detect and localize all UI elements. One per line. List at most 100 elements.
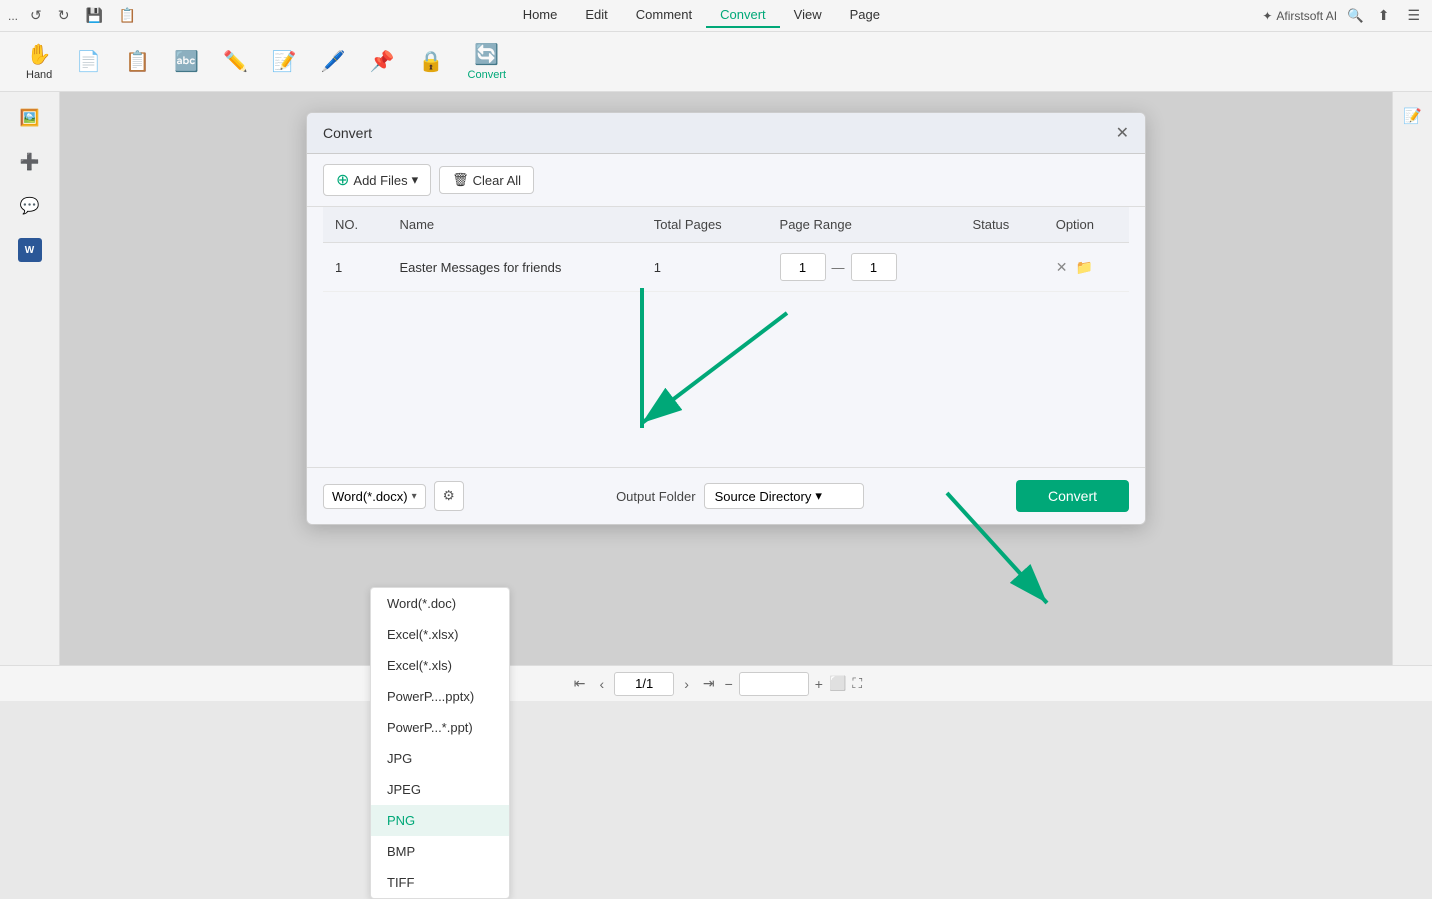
dialog-titlebar: Convert ✕ [307,113,1145,154]
cell-total-pages: 1 [642,243,768,292]
dropdown-item-jpeg[interactable]: JPEG [371,774,509,805]
tool2-icon: 📋 [125,49,150,74]
toolbar-tool-6[interactable]: 🖊️ [311,45,356,78]
format-dropdown-icon: ▾ [412,491,417,502]
plus-icon: ⊕ [336,170,349,190]
option-folder-button[interactable]: 📁 [1075,259,1092,276]
dropdown-item-tiff[interactable]: TIFF [371,867,509,898]
undo-btn[interactable]: ↺ [26,5,46,26]
nav-convert[interactable]: Convert [706,3,780,28]
status-bar: ⇤ ‹ › ⇥ − 42.49% + ⬜ ⛶ [0,665,1432,701]
format-section: Word(*.docx) ▾ ⚙ [323,481,464,511]
toolbar-tool-7[interactable]: 📌 [360,45,405,78]
clear-all-button[interactable]: 🗑 Clear All [439,166,534,194]
right-panel-text[interactable]: 📝 [1397,100,1429,132]
format-label: Word(*.docx) [332,489,408,504]
table-row: 1 Easter Messages for friends 1 — [323,243,1129,292]
table-header: NO. Name Total Pages Page Range Status O… [323,207,1129,243]
zoom-input[interactable]: 42.49% [739,672,809,696]
hand-label: Hand [26,69,52,81]
zoom-in-button[interactable]: + [815,676,823,692]
zoom-out-button[interactable]: − [725,676,733,692]
hand-icon: ✋ [27,42,52,67]
toolbar-hand[interactable]: ✋ Hand [16,38,62,85]
file-table: NO. Name Total Pages Page Range Status O… [323,207,1129,292]
range-to-input[interactable] [851,253,897,281]
col-no: NO. [323,207,387,243]
expand-button[interactable]: ⛶ [852,675,862,692]
convert-toolbar-label: Convert [468,69,507,81]
redo-btn[interactable]: ↻ [54,5,74,26]
toolbar-tool-8[interactable]: 🔒 [409,45,454,78]
dropdown-item-excel-xls[interactable]: Excel(*.xls) [371,650,509,681]
convert-dialog: Convert ✕ ⊕ Add Files ▾ 🗑 Clear All [306,112,1146,525]
dropdown-item-jpg[interactable]: JPG [371,743,509,774]
file-table-container: NO. Name Total Pages Page Range Status O… [307,207,1145,467]
tool6-icon: 🖊️ [321,49,346,74]
dropdown-item-bmp[interactable]: BMP [371,836,509,867]
page-navigation: ⇤ ‹ › ⇥ − 42.49% + ⬜ ⛶ [570,672,862,696]
nav-view[interactable]: View [780,3,836,28]
nav-comment[interactable]: Comment [622,3,706,28]
ai-label: ✦ Afirstsoft AI [1262,9,1337,23]
settings-button[interactable]: ⚙ [434,481,464,511]
clear-icon: 🗑 [452,172,469,188]
output-folder-label: Output Folder [616,489,696,504]
nav-page[interactable]: Page [836,3,894,28]
nav-edit[interactable]: Edit [571,3,621,28]
next-page-button[interactable]: › [680,674,693,694]
output-folder-select[interactable]: Source Directory ▾ [704,483,864,509]
tool1-icon: 📄 [76,49,101,74]
page-number-input[interactable] [614,672,674,696]
toolbar-tool-1[interactable]: 📄 [66,45,111,78]
add-files-button[interactable]: ⊕ Add Files ▾ [323,164,431,196]
last-page-button[interactable]: ⇥ [699,673,719,694]
dialog-title: Convert [323,125,372,141]
option-clear-button[interactable]: ✕ [1056,259,1068,276]
cell-no: 1 [323,243,387,292]
range-separator: — [832,260,845,275]
left-panel-word[interactable]: W [12,232,48,268]
menu-dots[interactable]: ... [8,9,18,23]
top-menu-bar: ... ↺ ↻ 💾 📋 Home Edit Comment Convert Vi… [0,0,1432,32]
convert-toolbar-icon: 🔄 [474,42,499,67]
dropdown-item-excel-xlsx[interactable]: Excel(*.xlsx) [371,619,509,650]
dropdown-item-ppt[interactable]: PowerP...*.ppt) [371,712,509,743]
col-status: Status [960,207,1043,243]
format-select-button[interactable]: Word(*.docx) ▾ [323,484,426,509]
dialog-bottom: Word(*.docx) ▾ ⚙ Output Folder Source Di… [307,467,1145,524]
dialog-close-button[interactable]: ✕ [1116,123,1129,143]
convert-button[interactable]: Convert [1016,480,1129,512]
right-panel: 📝 [1392,92,1432,665]
copy-btn[interactable]: 📋 [115,5,140,26]
dropdown-item-pptx[interactable]: PowerP....pptx) [371,681,509,712]
range-from-input[interactable] [780,253,826,281]
cell-status [960,243,1043,292]
nav-home[interactable]: Home [509,3,572,28]
topbar-right: ✦ Afirstsoft AI 🔍 ⬆ ☰ [1262,5,1424,26]
search-button[interactable]: 🔍 [1347,8,1364,24]
left-panel-image[interactable]: 🖼️ [12,100,48,136]
col-option: Option [1044,207,1129,243]
first-page-button[interactable]: ⇤ [570,673,590,694]
prev-page-button[interactable]: ‹ [596,674,609,694]
menu-btn[interactable]: ☰ [1403,5,1424,26]
toolbar-tool-4[interactable]: ✏️ [213,45,258,78]
output-section: Output Folder Source Directory ▾ [616,483,864,509]
left-panel-comment[interactable]: 💬 [12,188,48,224]
upload-btn[interactable]: ⬆ [1374,5,1394,26]
save-btn[interactable]: 💾 [81,5,106,26]
fit-page-button[interactable]: ⬜ [829,675,846,692]
dropdown-item-png[interactable]: PNG [371,805,509,836]
toolbar-tool-2[interactable]: 📋 [115,45,160,78]
tool4-icon: ✏️ [223,49,248,74]
toolbar-convert[interactable]: 🔄 Convert [458,38,517,85]
dropdown-item-word-doc[interactable]: Word(*.doc) [371,588,509,619]
toolbar-tool-5[interactable]: 📝 [262,45,307,78]
left-panel-add[interactable]: ➕ [12,144,48,180]
cell-page-range: — [768,243,961,292]
cell-option: ✕ 📁 [1044,243,1129,292]
toolbar-tool-3[interactable]: 🔤 [164,45,209,78]
main-area: 🖼️ ➕ 💬 W Convert ✕ ⊕ Add Files ▾ [0,92,1432,665]
cell-name: Easter Messages for friends [387,243,641,292]
